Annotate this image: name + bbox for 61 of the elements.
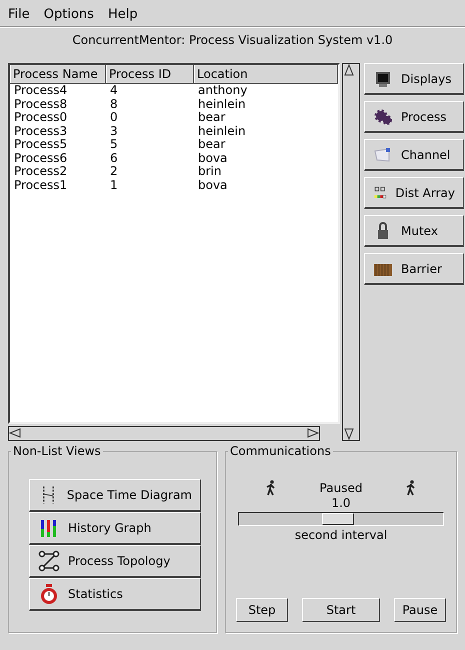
table-cell-text: brin	[197, 165, 222, 178]
slider-thumb[interactable]	[322, 513, 354, 525]
menu-item[interactable]: Help	[108, 6, 138, 22]
view-button[interactable]: Process Topology	[29, 545, 201, 578]
sidebar-button[interactable]: Barrier	[364, 253, 464, 285]
view-button[interactable]: Space Time Diagram	[29, 479, 201, 512]
interval-slider[interactable]	[238, 512, 444, 526]
table-cell-text: Process5	[13, 138, 68, 152]
sidebar-button[interactable]: Channel	[364, 139, 464, 171]
control-button[interactable]: Step	[236, 598, 288, 622]
column-header[interactable]: Process ID	[106, 65, 194, 83]
table-cell-text: heinlein	[197, 124, 247, 138]
status-text: Paused	[320, 481, 362, 495]
menu-item[interactable]: File	[8, 6, 30, 22]
table-cell-text: Process3	[13, 124, 68, 138]
table-cell-text: Process1	[13, 178, 68, 192]
runner-icon	[406, 480, 416, 496]
graph-nodes-icon	[38, 550, 60, 572]
interval-unit: second interval	[294, 528, 388, 542]
table-cell-text: 2	[109, 165, 119, 178]
table-cell-text: bova	[197, 178, 228, 192]
interval-value: 1.0	[331, 496, 351, 510]
table-cell-text: 5	[109, 138, 119, 152]
horizontal-scrollbar[interactable]	[8, 426, 320, 441]
control-button[interactable]: Pause	[394, 598, 446, 622]
sidebar-button[interactable]: Mutex	[364, 215, 464, 247]
sidebar-button[interactable]: Dist Array	[364, 177, 464, 209]
table-cell-text: 6	[109, 152, 119, 165]
control-button[interactable]: Start	[302, 598, 380, 622]
table-cell-text: Process2	[13, 165, 68, 178]
sidebar-button[interactable]: Displays	[364, 63, 464, 95]
scroll-up-icon[interactable]	[343, 64, 355, 76]
scroll-down-icon[interactable]	[343, 428, 355, 440]
panel-title: Communications	[228, 444, 333, 458]
view-button[interactable]: Statistics	[29, 578, 201, 611]
menu-item[interactable]: Options	[44, 6, 94, 22]
table-cell-text: 1	[109, 178, 119, 192]
panel-title: Non-List Views	[11, 444, 103, 458]
table-cell-text: 0	[109, 111, 119, 124]
column-header[interactable]: Location	[194, 65, 338, 83]
vertical-scrollbar[interactable]	[342, 63, 360, 441]
table-cell-text: 4	[109, 84, 119, 98]
scroll-right-icon[interactable]	[307, 427, 319, 439]
table-cell-text: heinlein	[197, 98, 247, 111]
table-cell-text: Process6	[13, 152, 68, 165]
table-cell-text: 3	[109, 124, 119, 138]
table-cell-text: Process0	[13, 111, 68, 124]
table-cell-text: Process8	[13, 98, 68, 111]
sidebar-button[interactable]: Process	[364, 101, 464, 133]
column-header[interactable]: Process Name	[10, 65, 106, 83]
table-cell-text: anthony	[197, 84, 248, 98]
runner-icon	[266, 480, 276, 496]
table-cell-text: bova	[197, 152, 228, 165]
view-button[interactable]: History Graph	[29, 512, 201, 545]
table-cell-text: 8	[109, 98, 119, 111]
gear-icon	[373, 106, 393, 126]
table-cell-text: bear	[197, 138, 226, 152]
scroll-left-icon[interactable]	[9, 427, 21, 439]
table-cell-text: Process4	[13, 84, 68, 98]
stopwatch-icon	[38, 583, 60, 605]
table-cell-text: bear	[197, 111, 226, 124]
